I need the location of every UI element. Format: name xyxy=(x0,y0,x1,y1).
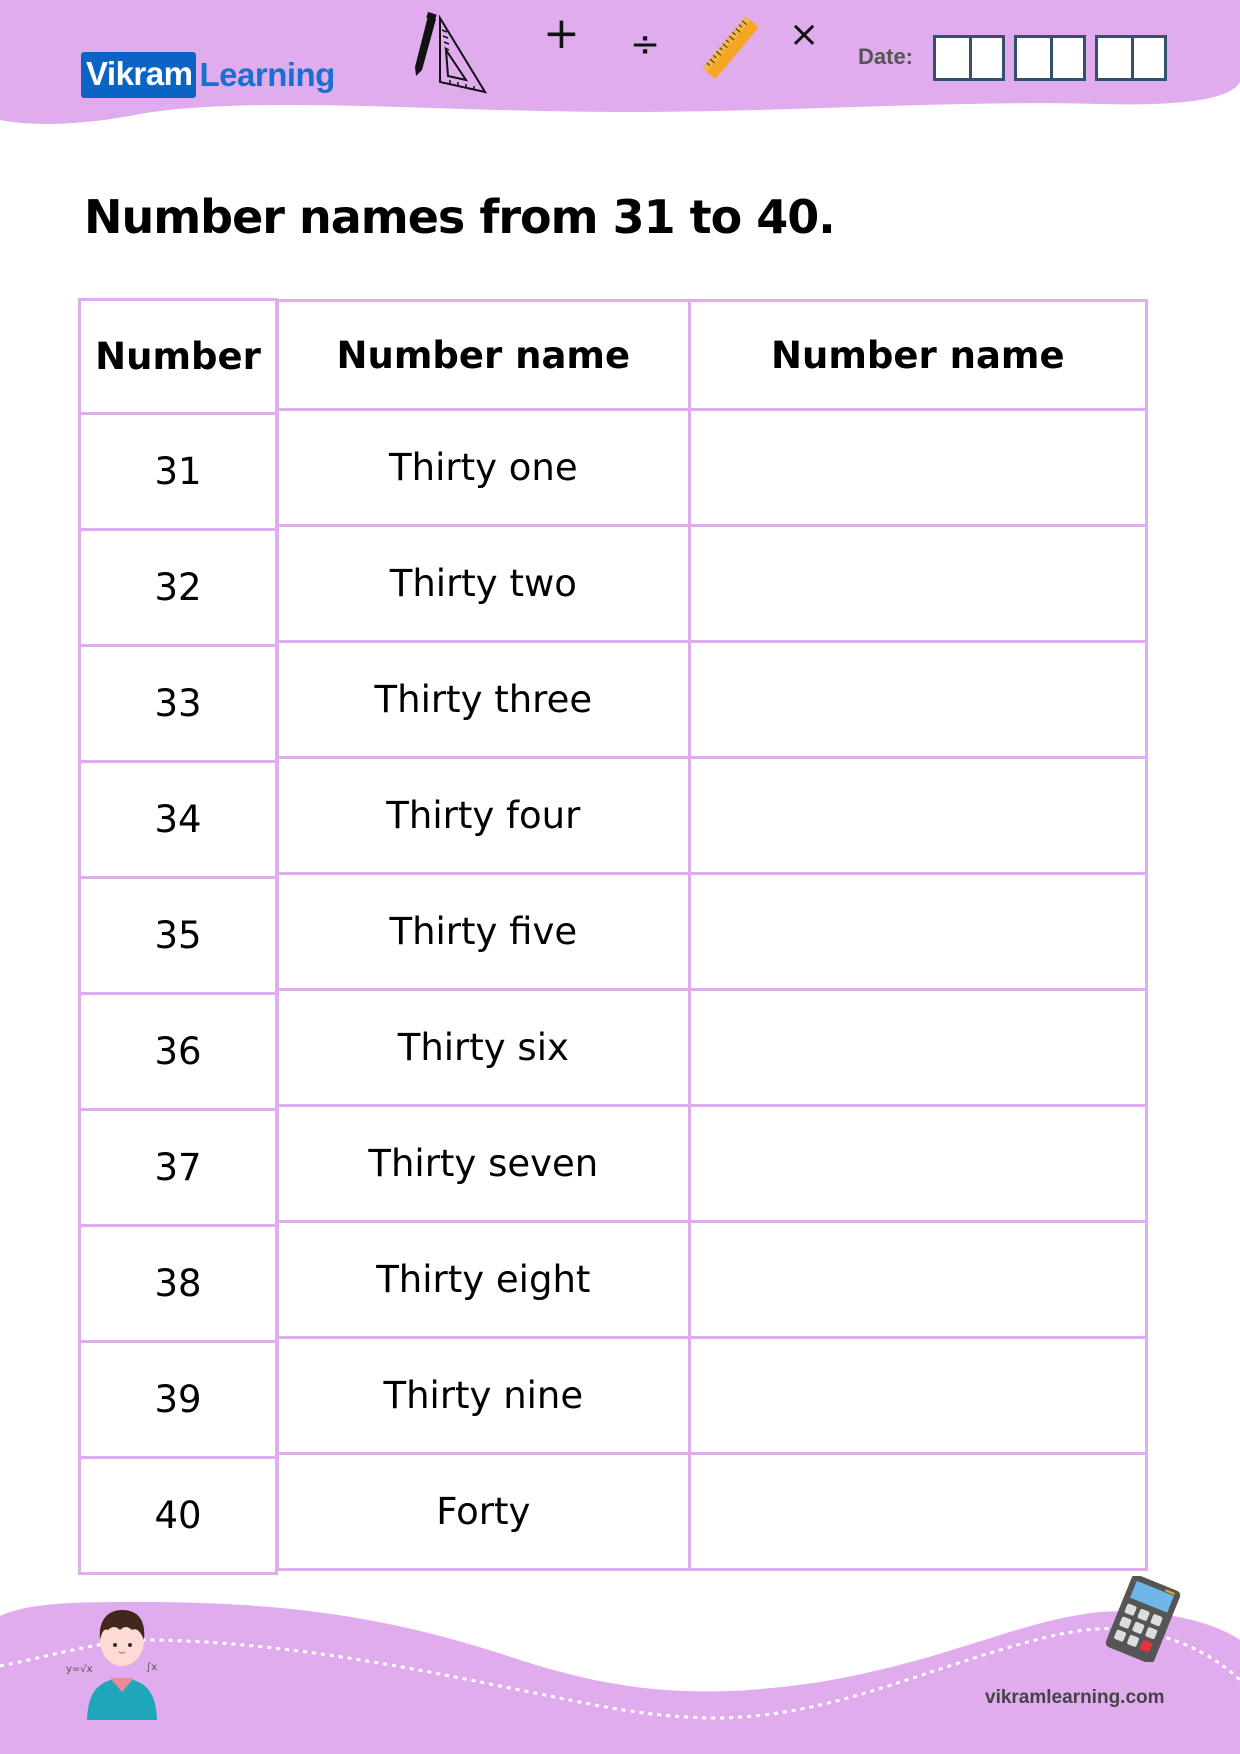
answer-cell[interactable] xyxy=(687,872,1149,991)
table-header-row: Number xyxy=(78,298,278,415)
table-row: Thirty five xyxy=(276,872,1149,991)
table-row: 35 xyxy=(78,876,278,995)
answer-cell[interactable] xyxy=(687,1336,1149,1455)
date-digit-box[interactable] xyxy=(1098,38,1131,78)
table-row: Thirty eight xyxy=(276,1220,1149,1339)
number-cell: 39 xyxy=(78,1340,278,1459)
table-row: Thirty two xyxy=(276,524,1149,643)
date-digit-box[interactable] xyxy=(1131,38,1164,78)
table-row: 40 xyxy=(78,1456,278,1575)
number-name-cell: Thirty eight xyxy=(276,1220,691,1339)
header-number-name: Number name xyxy=(276,299,691,411)
table-row: 39 xyxy=(78,1340,278,1459)
logo-learning: Learning xyxy=(199,56,335,93)
table-row: Thirty seven xyxy=(276,1104,1149,1223)
logo-vikram: Vikram xyxy=(81,52,197,98)
date-digit-box[interactable] xyxy=(1050,38,1083,78)
divide-icon: ÷ xyxy=(630,24,661,65)
page-title: Number names from 31 to 40. xyxy=(84,190,836,244)
svg-text:∫x: ∫x xyxy=(146,1662,157,1673)
date-label: Date: xyxy=(858,44,914,69)
answer-cell[interactable] xyxy=(687,408,1149,527)
number-name-cell: Thirty six xyxy=(276,988,691,1107)
number-name-cell: Thirty one xyxy=(276,408,691,527)
table-row: Thirty nine xyxy=(276,1336,1149,1455)
answer-cell[interactable] xyxy=(687,1220,1149,1339)
number-name-cell: Forty xyxy=(276,1452,691,1571)
date-month-boxes[interactable] xyxy=(1014,35,1086,81)
table-header-row: Number name Number name xyxy=(276,299,1149,411)
number-cell: 33 xyxy=(78,644,278,763)
number-cell: 36 xyxy=(78,992,278,1111)
table-row: 33 xyxy=(78,644,278,763)
table-row: Thirty one xyxy=(276,408,1149,527)
date-digit-box[interactable] xyxy=(1017,38,1050,78)
answer-cell[interactable] xyxy=(687,640,1149,759)
answer-cell[interactable] xyxy=(687,524,1149,643)
number-cell: 38 xyxy=(78,1224,278,1343)
plus-icon: + xyxy=(543,8,580,59)
table-row: 38 xyxy=(78,1224,278,1343)
table-row: Forty xyxy=(276,1452,1149,1571)
number-cell: 35 xyxy=(78,876,278,995)
table-row: 36 xyxy=(78,992,278,1111)
number-cell: 31 xyxy=(78,412,278,531)
table-row: 37 xyxy=(78,1108,278,1227)
number-name-table: Number name Number name Thirty one Thirty… xyxy=(276,299,1149,1571)
calculator-illustration xyxy=(1105,1576,1181,1662)
number-cell: 40 xyxy=(78,1456,278,1575)
table-row: 31 xyxy=(78,412,278,531)
table-row: Thirty six xyxy=(276,988,1149,1107)
svg-text:y=√x: y=√x xyxy=(66,1664,93,1675)
answer-cell[interactable] xyxy=(687,756,1149,875)
number-name-cell: Thirty seven xyxy=(276,1104,691,1223)
ruler-icon xyxy=(702,16,759,79)
footer-banner xyxy=(0,1602,1240,1754)
website-url: vikramlearning.com xyxy=(985,1687,1165,1708)
number-name-cell: Thirty two xyxy=(276,524,691,643)
number-cell: 37 xyxy=(78,1108,278,1227)
table-row: 32 xyxy=(78,528,278,647)
number-name-cell: Thirty nine xyxy=(276,1336,691,1455)
table-row: Thirty four xyxy=(276,756,1149,875)
pencil-set-square-icon xyxy=(415,11,488,94)
date-day-boxes[interactable] xyxy=(933,35,1005,81)
times-icon: × xyxy=(789,14,820,55)
vikram-learning-logo: Vikram Learning xyxy=(81,51,335,99)
number-cell: 34 xyxy=(78,760,278,879)
date-year-boxes[interactable] xyxy=(1095,35,1167,81)
number-name-cell: Thirty three xyxy=(276,640,691,759)
answer-cell[interactable] xyxy=(687,1452,1149,1571)
date-digit-box[interactable] xyxy=(969,38,1002,78)
table-row: Thirty three xyxy=(276,640,1149,759)
number-name-cell: Thirty five xyxy=(276,872,691,991)
header-number-name-answer: Number name xyxy=(687,299,1149,411)
number-name-cell: Thirty four xyxy=(276,756,691,875)
table-row: 34 xyxy=(78,760,278,879)
header-number: Number xyxy=(78,298,278,415)
date-digit-box[interactable] xyxy=(936,38,969,78)
number-table: Number 31 32 33 34 35 36 37 38 39 40 xyxy=(78,298,278,1575)
answer-cell[interactable] xyxy=(687,1104,1149,1223)
answer-cell[interactable] xyxy=(687,988,1149,1107)
number-cell: 32 xyxy=(78,528,278,647)
boy-illustration: y=√x ∫x xyxy=(66,1610,157,1720)
